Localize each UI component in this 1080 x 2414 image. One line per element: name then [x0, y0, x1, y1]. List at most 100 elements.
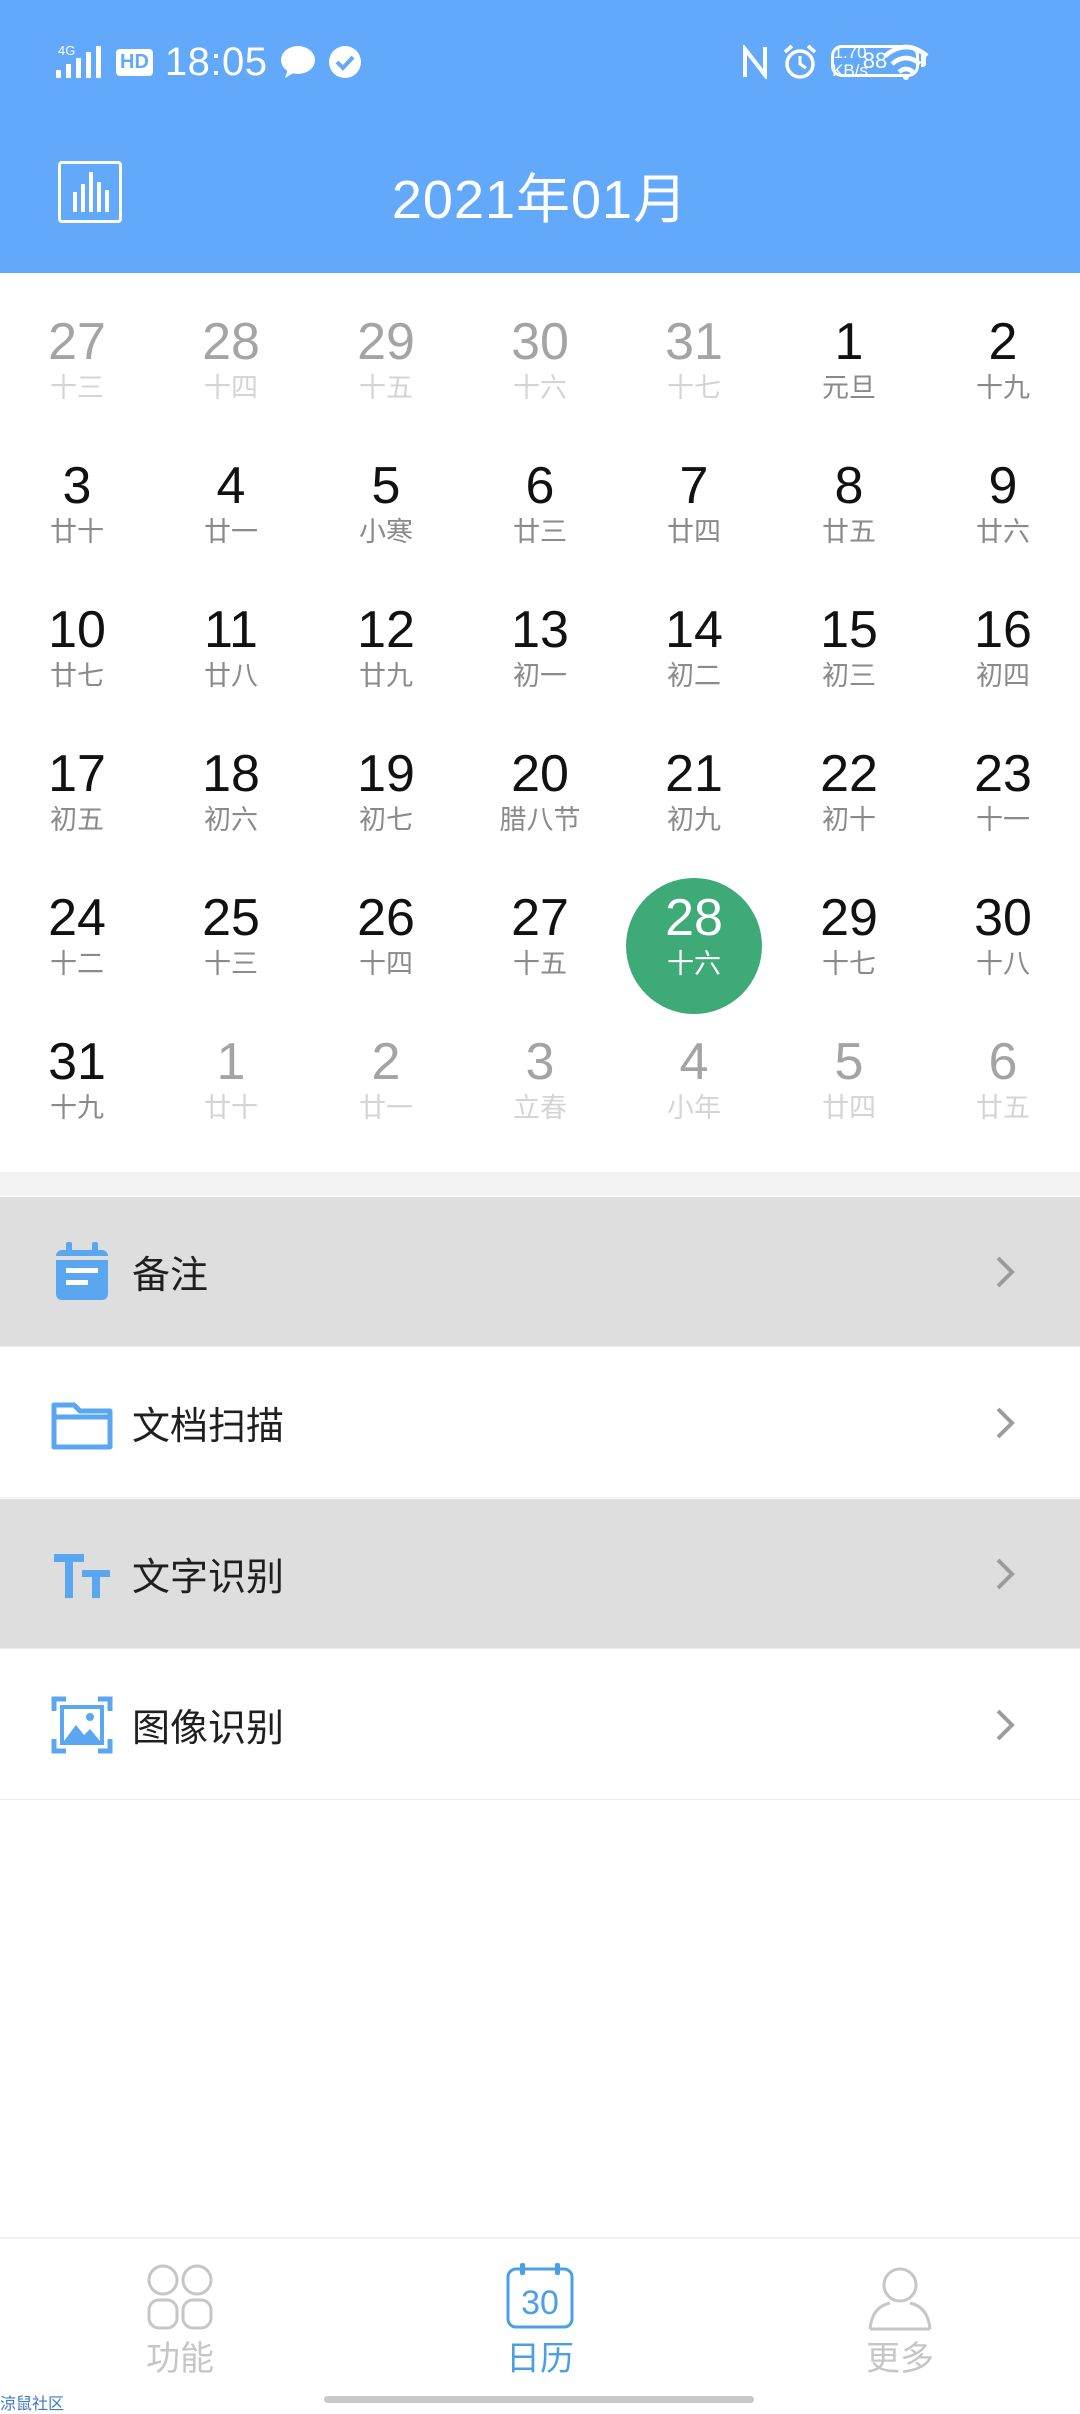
calendar-day[interactable]: 14 初二	[617, 578, 771, 722]
calendar-day[interactable]: 11 廿八	[154, 578, 308, 722]
lunar-date: 十七	[667, 373, 721, 404]
calendar-day[interactable]: 8 廿五	[772, 434, 926, 578]
lunar-date: 十八	[976, 949, 1030, 980]
calendar-day[interactable]: 1 廿十	[154, 1010, 308, 1154]
lunar-date: 十四	[359, 949, 413, 980]
calendar-day[interactable]: 15 初三	[772, 578, 926, 722]
lunar-date: 初二	[667, 661, 721, 692]
lunar-date: 初一	[513, 661, 567, 692]
nav-label-more: 更多	[866, 2339, 934, 2379]
lunar-date: 立春	[513, 1093, 567, 1124]
day-number: 3	[525, 1033, 555, 1091]
calendar-day[interactable]: 20 腊八节	[463, 722, 617, 866]
calendar-day[interactable]: 17 初五	[0, 722, 154, 866]
calendar-day[interactable]: 5 廿四	[772, 1010, 926, 1154]
calendar-day[interactable]: 29 十七	[772, 866, 926, 1010]
lunar-date: 廿四	[822, 1093, 876, 1124]
bottom-navigation: 功能 30 日历 更多	[0, 2237, 1080, 2410]
day-number: 10	[48, 601, 106, 659]
lunar-date: 初三	[822, 661, 876, 692]
day-number: 28	[202, 313, 260, 371]
calendar-day[interactable]: 10 廿七	[0, 578, 154, 722]
calendar-day[interactable]: 27 十五	[463, 866, 617, 1010]
day-number: 8	[834, 457, 864, 515]
calendar-day[interactable]: 21 初九	[617, 722, 771, 866]
calendar-day[interactable]: 19 初七	[309, 722, 463, 866]
calendar-day[interactable]: 12 廿九	[309, 578, 463, 722]
nav-label-functions: 功能	[146, 2339, 214, 2379]
calendar-day[interactable]: 16 初四	[926, 578, 1080, 722]
lunar-date: 廿十	[204, 1093, 258, 1124]
calendar-day[interactable]: 26 十四	[309, 866, 463, 1010]
calendar-day[interactable]: 3 廿十	[0, 434, 154, 578]
menu-label-image-recognition: 图像识别	[132, 1706, 285, 1750]
calendar-day[interactable]: 2 十九	[926, 290, 1080, 434]
lunar-date: 廿十	[50, 517, 104, 548]
watermark-text: 涼鼠社区	[0, 2394, 65, 2413]
calendar-day[interactable]: 9 廿六	[926, 434, 1080, 578]
lunar-date: 初十	[822, 805, 876, 836]
calendar-day[interactable]: 5 小寒	[309, 434, 463, 578]
lunar-date: 元旦	[822, 373, 876, 404]
menu-item-image-recognition[interactable]: 图像识别	[0, 1650, 1080, 1800]
calendar-day[interactable]: 6 廿五	[926, 1010, 1080, 1154]
calendar-day[interactable]: 3 立春	[463, 1010, 617, 1154]
calendar-day[interactable]: 31 十七	[617, 290, 771, 434]
calendar-day[interactable]: 6 廿三	[463, 434, 617, 578]
calendar-day[interactable]: 18 初六	[154, 722, 308, 866]
calendar-day[interactable]: 27 十三	[0, 290, 154, 434]
home-indicator[interactable]	[324, 2396, 754, 2403]
lunar-date: 十一	[976, 805, 1030, 836]
folder-icon	[51, 1402, 113, 1449]
lunar-date: 十九	[50, 1093, 104, 1124]
day-number: 14	[665, 601, 723, 659]
check-circle-icon	[328, 46, 361, 78]
calendar-day[interactable]: 31 十九	[0, 1010, 154, 1154]
day-number: 3	[62, 457, 92, 515]
nav-tab-more[interactable]: 更多	[800, 2261, 1000, 2380]
calendar-day[interactable]: 2 廿一	[309, 1010, 463, 1154]
section-divider	[0, 1172, 1080, 1196]
calendar-day[interactable]: 25 十三	[154, 866, 308, 1010]
calendar-day[interactable]: 1 元旦	[772, 290, 926, 434]
lunar-date: 初五	[50, 805, 104, 836]
nfc-icon	[743, 45, 768, 79]
day-number: 27	[511, 889, 569, 947]
menu-item-text-recognition[interactable]: 文字识别	[0, 1499, 1080, 1649]
lunar-date: 廿六	[976, 517, 1030, 548]
calendar-day-today[interactable]: 28 十六	[617, 866, 771, 1014]
calendar-day[interactable]: 30 十六	[463, 290, 617, 434]
hd-icon: HD	[116, 48, 153, 76]
calendar-day[interactable]: 29 十五	[309, 290, 463, 434]
menu-label-notes: 备注	[132, 1253, 209, 1297]
lunar-date: 十四	[204, 373, 258, 404]
signal-icon: 4G	[56, 43, 101, 78]
calendar-day[interactable]: 13 初一	[463, 578, 617, 722]
calendar-day[interactable]: 28 十四	[154, 290, 308, 434]
calendar-day[interactable]: 24 十二	[0, 866, 154, 1010]
nav-tab-calendar[interactable]: 30 日历	[440, 2261, 640, 2380]
image-icon	[51, 1696, 113, 1753]
calendar-day[interactable]: 7 廿四	[617, 434, 771, 578]
calendar-day[interactable]: 4 廿一	[154, 434, 308, 578]
nav-tab-functions[interactable]: 功能	[80, 2261, 280, 2380]
day-number: 27	[48, 313, 106, 371]
calendar-day[interactable]: 30 十八	[926, 866, 1080, 1010]
day-number: 2	[988, 313, 1018, 371]
day-number: 30	[511, 313, 569, 371]
menu-item-document-scan[interactable]: 文档扫描	[0, 1348, 1080, 1498]
calendar-icon-text: 30	[521, 2284, 559, 2322]
menu-item-notes[interactable]: 备注	[0, 1197, 1080, 1347]
lunar-date: 廿九	[359, 661, 413, 692]
month-title[interactable]: 2021年01月	[0, 155, 1080, 234]
lunar-date: 初六	[204, 805, 258, 836]
battery-indicator: 88	[831, 45, 919, 77]
status-bar-left: 4G HD 18:05	[56, 34, 362, 90]
battery-level: 88	[862, 48, 888, 73]
calendar-day[interactable]: 22 初十	[772, 722, 926, 866]
lunar-date: 廿五	[976, 1093, 1030, 1124]
day-number: 1	[834, 313, 864, 371]
calendar-day[interactable]: 4 小年	[617, 1010, 771, 1154]
calendar-day[interactable]: 23 十一	[926, 722, 1080, 866]
day-number: 30	[974, 889, 1032, 947]
